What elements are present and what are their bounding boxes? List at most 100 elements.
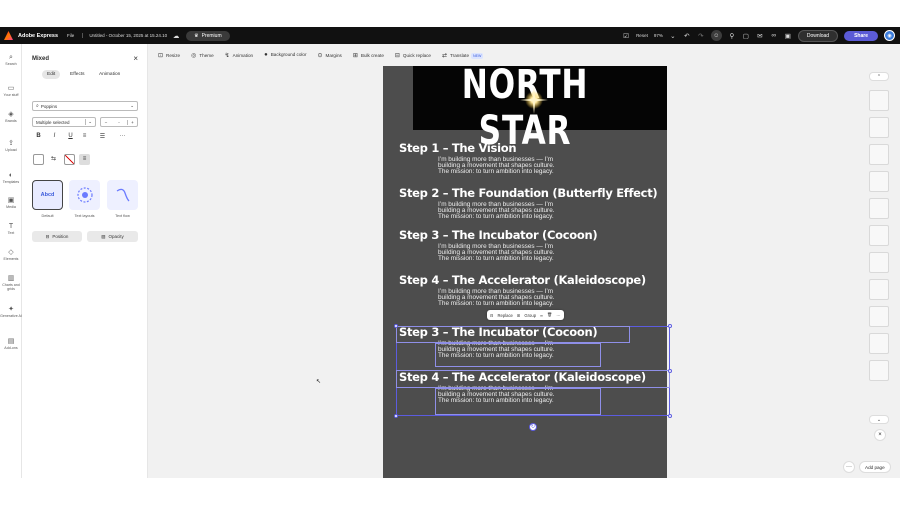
step-title[interactable]: Step 2 – The Foundation (Butterfly Effec…: [399, 186, 658, 200]
text-style-flow[interactable]: [107, 180, 138, 210]
design-page[interactable]: NORTH STAR Step 1 – The Vision I’m build…: [383, 66, 667, 478]
tab-animation[interactable]: Animation: [94, 70, 125, 79]
step-body[interactable]: I’m building more than businesses — I’m b…: [438, 288, 555, 308]
rotate-icon[interactable]: ↻: [529, 423, 537, 431]
chat-icon[interactable]: ✉: [756, 32, 764, 40]
rail-item-your-stuff[interactable]: ▭ Your stuff: [0, 85, 22, 97]
more-options-icon[interactable]: ···: [843, 461, 855, 473]
resize-handle[interactable]: [394, 414, 398, 418]
text-color-swatch[interactable]: [33, 154, 44, 165]
zoom-level[interactable]: 97%: [654, 33, 663, 38]
tab-edit[interactable]: Edit: [42, 70, 61, 79]
page-thumbnail[interactable]: [869, 90, 889, 111]
redo-icon[interactable]: ↷: [697, 32, 705, 40]
plus-icon[interactable]: +: [127, 119, 137, 125]
page-thumbnail[interactable]: [869, 252, 889, 273]
animation-button[interactable]: ↯ Animation: [225, 52, 253, 59]
avatar[interactable]: ◉: [884, 30, 895, 41]
text-style-layouts[interactable]: [69, 180, 100, 210]
underline-icon[interactable]: U: [66, 133, 75, 139]
resize-handle[interactable]: [668, 414, 672, 418]
rail-item-media[interactable]: ▣ Media: [0, 197, 22, 209]
page-thumbnail[interactable]: [869, 117, 889, 138]
italic-icon[interactable]: I: [50, 133, 59, 139]
chevron-down-icon[interactable]: ⌄: [669, 32, 677, 40]
premium-button[interactable]: ♛ Premium: [186, 30, 230, 41]
comment-icon[interactable]: ▢: [742, 32, 750, 40]
background-color-button[interactable]: ● Background color: [264, 52, 306, 58]
undo-icon[interactable]: ↶: [683, 32, 691, 40]
swap-icon[interactable]: ⇆: [49, 155, 58, 162]
page-thumbnail[interactable]: [869, 225, 889, 246]
step-body[interactable]: I’m building more than businesses — I’m b…: [438, 243, 555, 263]
step-title[interactable]: Step 3 – The Incubator (Cocoon): [399, 228, 598, 242]
rail-item-templates[interactable]: ◐ Templates: [0, 172, 22, 184]
highlight-icon[interactable]: ≡: [79, 154, 90, 165]
link-icon[interactable]: ∞: [770, 32, 778, 39]
delete-icon[interactable]: 🗑: [547, 312, 552, 318]
page-thumbnail[interactable]: [869, 306, 889, 327]
bold-icon[interactable]: B: [34, 133, 43, 139]
reset-icon[interactable]: ☑: [622, 32, 630, 40]
page-thumbnail[interactable]: [869, 360, 889, 381]
font-size-value[interactable]: -: [111, 120, 127, 125]
scroll-up-icon[interactable]: ⌃: [869, 72, 889, 81]
more-options-icon[interactable]: ···: [118, 133, 127, 139]
page-thumbnail[interactable]: [869, 144, 889, 165]
resize-handle[interactable]: [668, 369, 672, 373]
align-icon[interactable]: ≡: [80, 133, 89, 139]
minus-icon[interactable]: −: [101, 120, 111, 125]
quick-replace-button[interactable]: ⊟ Quick replace: [395, 52, 431, 59]
rail-item-charts-and-grids[interactable]: ▥ Charts and grids: [0, 275, 22, 291]
font-size-stepper[interactable]: − - +: [100, 117, 138, 127]
font-family-select[interactable]: ⌕ Poppins ⌄: [32, 101, 138, 111]
rail-item-generative-ai[interactable]: ✦ Generative AI: [0, 306, 22, 318]
rail-item-text[interactable]: T Text: [0, 223, 22, 235]
step-title[interactable]: Step 1 – The Vision: [399, 141, 517, 155]
step-title[interactable]: Step 4 – The Accelerator (Kaleidoscope): [399, 273, 646, 287]
position-button[interactable]: ⊟ Position: [32, 231, 82, 242]
location-pin-icon[interactable]: ⚲: [728, 32, 736, 40]
add-page-button[interactable]: Add page: [859, 461, 891, 473]
more-options-icon[interactable]: ···: [556, 313, 560, 318]
translate-button[interactable]: ⇄ Translate NEW: [442, 52, 484, 59]
rail-item-add-ons[interactable]: ▤ Add-ons: [0, 338, 22, 350]
file-menu[interactable]: File: [67, 33, 74, 38]
page-thumbnail[interactable]: [869, 279, 889, 300]
no-fill-swatch[interactable]: [64, 154, 75, 165]
page-thumbnail[interactable]: [869, 171, 889, 192]
scroll-down-icon[interactable]: ⌄: [869, 415, 889, 424]
present-icon[interactable]: ▣: [784, 32, 792, 40]
font-weight-select[interactable]: Multiple selected ⌄: [32, 117, 96, 127]
rail-item-elements[interactable]: ◇ Elements: [0, 249, 22, 261]
group-icon[interactable]: ⊞: [517, 313, 521, 318]
north-star-icon[interactable]: [519, 85, 549, 115]
resize-handle[interactable]: [394, 324, 398, 328]
download-button[interactable]: Download: [797, 29, 839, 42]
resize-button[interactable]: ⊡ Resize: [158, 52, 180, 59]
share-button[interactable]: Share: [844, 30, 878, 41]
page-thumbnail[interactable]: [869, 198, 889, 219]
replace-icon[interactable]: ⊟: [490, 313, 494, 318]
list-icon[interactable]: ☰: [98, 133, 107, 140]
adobe-express-logo[interactable]: [4, 31, 13, 40]
text-style-default[interactable]: Abcd: [32, 180, 63, 210]
rail-item-search[interactable]: ⌕ Search: [0, 54, 22, 66]
theme-button[interactable]: ◎ Theme: [191, 52, 214, 59]
margins-button[interactable]: ⊙ Margins: [317, 52, 341, 59]
document-title[interactable]: Untitled - October 15, 2025 at 15.24.10: [82, 33, 167, 38]
close-pages-icon[interactable]: ×: [874, 429, 886, 441]
rail-item-upload[interactable]: ⇪ Upload: [0, 140, 22, 152]
close-icon[interactable]: ×: [133, 54, 138, 63]
replace-button[interactable]: Replace: [498, 313, 513, 318]
invite-user-icon[interactable]: ☺: [710, 30, 722, 41]
step-body[interactable]: I’m building more than businesses — I’m b…: [438, 201, 555, 221]
group-button[interactable]: Group: [524, 313, 536, 318]
tab-effects[interactable]: Effects: [65, 70, 90, 79]
resize-handle[interactable]: [668, 324, 672, 328]
rail-item-brands[interactable]: ◈ Brands: [0, 111, 22, 123]
page-thumbnail[interactable]: [869, 333, 889, 354]
bulk-create-button[interactable]: ⊞ Bulk create: [353, 52, 384, 59]
step-body[interactable]: I’m building more than businesses — I’m b…: [438, 156, 555, 176]
opacity-button[interactable]: ▨ Opacity: [87, 231, 138, 242]
